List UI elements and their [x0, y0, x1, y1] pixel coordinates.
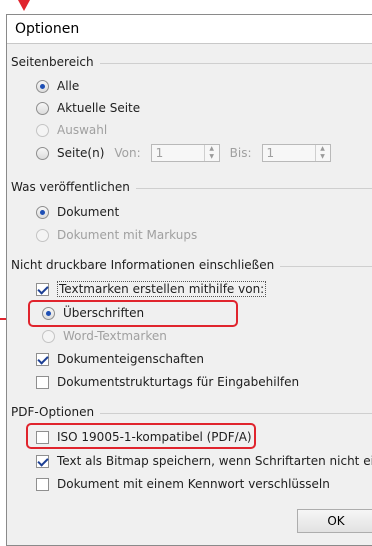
radio-word-bookmarks-control	[42, 329, 55, 343]
section-page-range: Seitenbereich	[11, 55, 372, 69]
section-page-range-heading: Seitenbereich	[11, 55, 100, 69]
checkbox-structure-tags[interactable]: Dokumentstrukturtags für Eingabehilfen	[36, 373, 299, 391]
radio-selection-label: Auswahl	[57, 123, 108, 137]
radio-word-bookmarks: Word-Textmarken	[42, 327, 167, 345]
checkbox-bitmap-control[interactable]	[36, 454, 49, 468]
checkbox-bookmarks[interactable]: Textmarken erstellen mithilfe von:	[36, 280, 267, 298]
section-nonprint-heading: Nicht druckbare Informationen einschließ…	[11, 258, 281, 272]
radio-pages-control[interactable]	[36, 146, 49, 160]
to-spinner: 1 ▲ ▼	[261, 144, 331, 162]
checkbox-encrypt-control[interactable]	[36, 477, 49, 491]
options-dialog: Optionen Seitenbereich Alle Aktuelle Sei…	[6, 14, 372, 546]
radio-selection-control	[36, 123, 49, 137]
from-label: Von:	[114, 146, 141, 160]
radio-current-page-control[interactable]	[36, 101, 49, 115]
checkbox-structure-tags-control[interactable]	[36, 375, 49, 389]
radio-document[interactable]: Dokument	[36, 203, 119, 221]
section-pdf-heading: PDF-Optionen	[11, 405, 101, 419]
dialog-title: Optionen	[7, 15, 372, 44]
checkbox-doc-properties[interactable]: Dokumenteigenschaften	[36, 350, 204, 368]
to-value: 1	[266, 146, 275, 160]
radio-all-label: Alle	[57, 79, 80, 93]
checkbox-bookmarks-label: Textmarken erstellen mithilfe von:	[57, 281, 267, 297]
radio-document-label: Dokument	[57, 205, 120, 219]
radio-document-markups-control	[36, 228, 49, 242]
spin-up-icon: ▲	[209, 145, 214, 152]
checkbox-bitmap-label: Text als Bitmap speichern, wenn Schrifta…	[57, 454, 372, 468]
section-publish-heading: Was veröffentlichen	[11, 180, 136, 194]
annotation-highlight-headings	[28, 300, 238, 327]
spin-down-icon: ▼	[320, 153, 325, 160]
radio-pages-label: Seite(n)	[57, 146, 105, 160]
radio-all-control[interactable]	[36, 79, 49, 93]
annotation-arrow	[18, 0, 30, 11]
radio-document-markups: Dokument mit Markups	[36, 226, 197, 244]
radio-document-markups-label: Dokument mit Markups	[57, 228, 198, 242]
checkbox-doc-properties-control[interactable]	[36, 352, 49, 366]
section-pdf: PDF-Optionen	[11, 405, 372, 419]
checkbox-doc-properties-label: Dokumenteigenschaften	[57, 352, 204, 366]
radio-all[interactable]: Alle	[36, 77, 79, 95]
checkbox-encrypt[interactable]: Dokument mit einem Kennwort verschlüssel…	[36, 475, 330, 493]
checkbox-encrypt-label: Dokument mit einem Kennwort verschlüssel…	[57, 477, 330, 491]
checkbox-bitmap[interactable]: Text als Bitmap speichern, wenn Schrifta…	[36, 452, 372, 470]
radio-document-control[interactable]	[36, 205, 49, 219]
checkbox-bookmarks-control[interactable]	[36, 282, 49, 296]
radio-current-page-label: Aktuelle Seite	[57, 101, 141, 115]
spin-down-icon: ▼	[209, 153, 214, 160]
from-value: 1	[155, 146, 164, 160]
radio-pages[interactable]: Seite(n) Von: 1 ▲ ▼ Bis: 1 ▲ ▼	[36, 144, 331, 162]
spin-up-icon: ▲	[320, 145, 325, 152]
section-publish: Was veröffentlichen	[11, 180, 372, 194]
ok-button[interactable]: OK	[297, 509, 372, 533]
radio-word-bookmarks-label: Word-Textmarken	[63, 329, 167, 343]
annotation-highlight-iso	[26, 423, 256, 449]
from-spinner: 1 ▲ ▼	[150, 144, 220, 162]
to-label: Bis:	[229, 146, 252, 160]
checkbox-structure-tags-label: Dokumentstrukturtags für Eingabehilfen	[57, 375, 300, 389]
radio-selection: Auswahl	[36, 121, 107, 139]
radio-current-page[interactable]: Aktuelle Seite	[36, 99, 140, 117]
section-nonprint: Nicht druckbare Informationen einschließ…	[11, 258, 372, 272]
